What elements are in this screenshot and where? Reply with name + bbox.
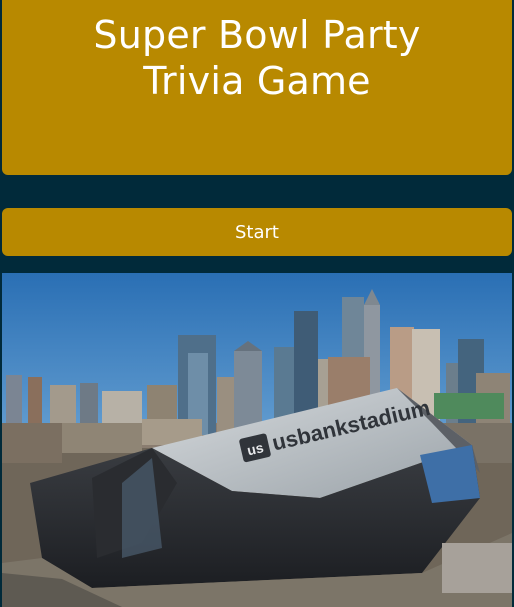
page-title: Super Bowl Party Trivia Game: [93, 13, 421, 103]
title-card: Super Bowl Party Trivia Game: [2, 0, 512, 175]
start-button[interactable]: Start: [2, 208, 512, 256]
stadium-photo: us usbankstadium: [2, 273, 512, 607]
